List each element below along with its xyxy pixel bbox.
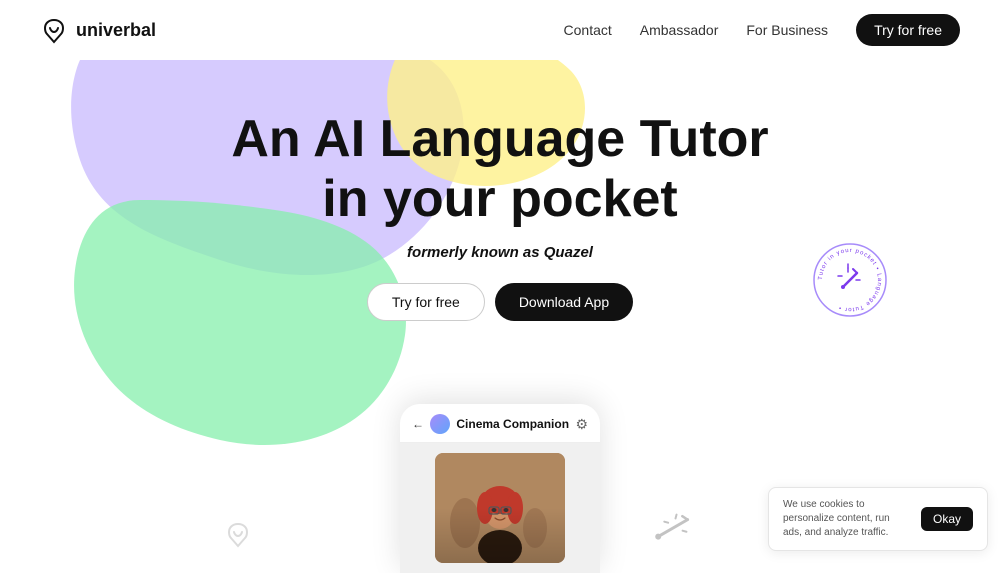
- cookie-text: We use cookies to personalize content, r…: [783, 498, 909, 540]
- hero-title: An AI Language Tutor in your pocket: [231, 110, 768, 230]
- cookie-ok-button[interactable]: Okay: [921, 507, 973, 531]
- nav-contact[interactable]: Contact: [564, 22, 612, 38]
- nav-links: Contact Ambassador For Business Try for …: [564, 14, 960, 46]
- logo[interactable]: univerbal: [40, 16, 156, 44]
- circular-badge: Tutor in your pocket • Language Tutor •: [810, 240, 890, 320]
- phone-header: ← Cinema Companion ⚙: [400, 404, 600, 443]
- nav-try-free-button[interactable]: Try for free: [856, 14, 960, 46]
- nav-ambassador[interactable]: Ambassador: [640, 22, 719, 38]
- logo-text: univerbal: [76, 20, 156, 41]
- hero-subtitle: formerly known as Quazel: [407, 244, 593, 261]
- hero-buttons: Try for free Download App: [367, 283, 633, 321]
- navbar: univerbal Contact Ambassador For Busines…: [0, 0, 1000, 60]
- try-free-button[interactable]: Try for free: [367, 283, 485, 321]
- phone-mockup: ← Cinema Companion ⚙: [400, 404, 600, 573]
- phone-body: [400, 443, 600, 573]
- scissors-icon: [649, 506, 695, 557]
- phone-chat-image: [435, 453, 565, 563]
- phone-back-button[interactable]: ←: [412, 417, 424, 431]
- cookie-banner: We use cookies to personalize content, r…: [768, 487, 988, 551]
- download-app-button[interactable]: Download App: [495, 283, 633, 321]
- phone-chat-title: Cinema Companion: [430, 414, 569, 434]
- bottom-logo: [220, 520, 256, 553]
- univerbal-logo-icon: [40, 16, 68, 44]
- nav-for-business[interactable]: For Business: [746, 22, 828, 38]
- phone-settings-icon[interactable]: ⚙: [575, 416, 588, 433]
- phone-avatar: [430, 414, 450, 434]
